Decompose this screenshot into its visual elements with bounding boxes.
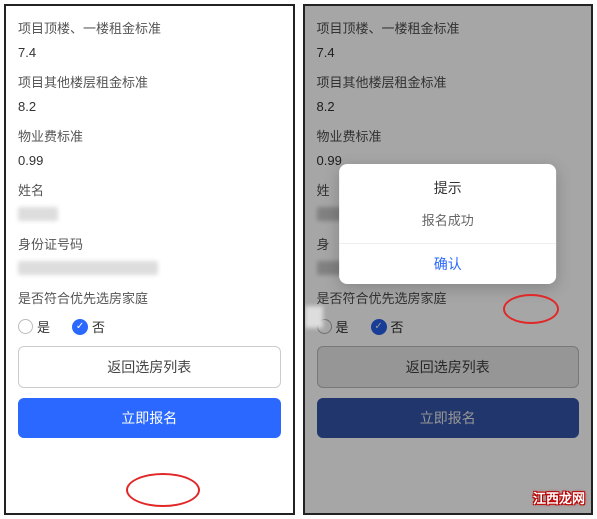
field-label: 物业费标准 [18, 126, 281, 145]
modal-dialog: 提示 报名成功 确认 [339, 164, 557, 284]
radio-label: 否 [92, 317, 105, 336]
field-label: 项目其他楼层租金标准 [18, 72, 281, 91]
field-label: 项目顶楼、一楼租金标准 [18, 18, 281, 37]
form-content: 项目顶楼、一楼租金标准 7.4 项目其他楼层租金标准 8.2 物业费标准 0.9… [6, 6, 293, 513]
submit-button[interactable]: 立即报名 [18, 398, 281, 438]
radio-no[interactable]: ✓ 否 [72, 317, 105, 336]
radio-unchecked-icon [18, 319, 33, 334]
field-label: 姓名 [18, 180, 281, 199]
field-value-redacted: .. [18, 207, 281, 222]
modal-confirm-button[interactable]: 确认 [339, 244, 557, 284]
radio-yes[interactable]: 是 [18, 317, 50, 336]
field-value: 7.4 [18, 45, 281, 60]
modal-title: 提示 [434, 164, 462, 206]
phone-left: 项目顶楼、一楼租金标准 7.4 项目其他楼层租金标准 8.2 物业费标准 0.9… [4, 4, 295, 515]
radio-checked-icon: ✓ [72, 319, 88, 335]
field-label: 是否符合优先选房家庭 [18, 288, 281, 307]
back-button[interactable]: 返回选房列表 [18, 346, 281, 388]
redacted-strip [305, 306, 323, 328]
phone-right: 项目顶楼、一楼租金标准 7.4 项目其他楼层租金标准 8.2 物业费标准 0.9… [303, 4, 594, 515]
field-label: 身份证号码 [18, 234, 281, 253]
radio-label: 是 [37, 317, 50, 336]
field-value-redacted: .. [18, 261, 281, 276]
field-value: 0.99 [18, 153, 281, 168]
radio-group-priority[interactable]: 是 ✓ 否 [18, 317, 281, 336]
field-value: 8.2 [18, 99, 281, 114]
modal-body: 报名成功 [422, 206, 474, 243]
